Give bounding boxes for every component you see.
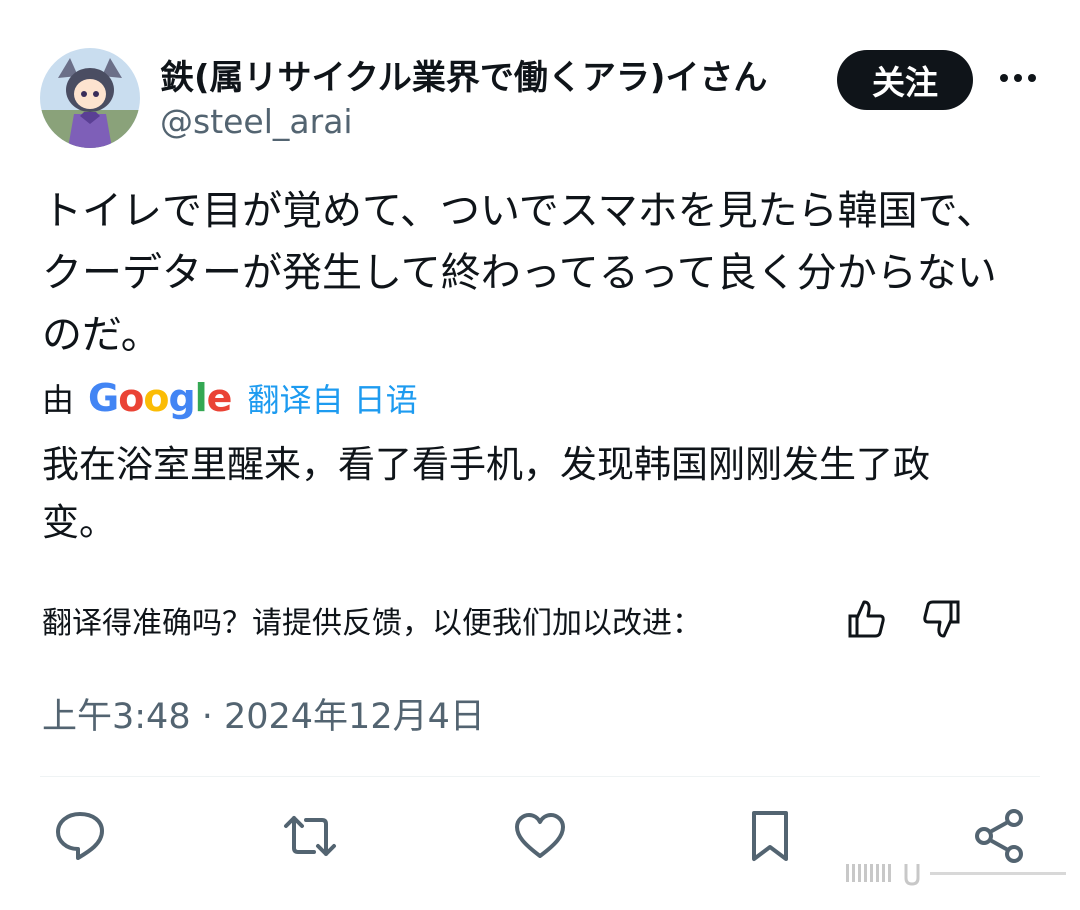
share-icon	[975, 809, 1023, 863]
tweet-line: クーデターが発生して終わってるって良く分からない	[42, 250, 997, 296]
avatar[interactable]	[40, 48, 140, 148]
translated-line: 变。	[42, 501, 116, 544]
follow-button[interactable]: 关注	[837, 50, 973, 110]
more-button[interactable]	[998, 60, 1038, 96]
translation-by-label: 由	[42, 381, 75, 419]
more-icon	[1000, 74, 1036, 82]
translated-text: 我在浴室里醒来，看了看手机，发现韩国刚刚发生了政 变。	[42, 436, 1042, 552]
author-name[interactable]: 鉄(属リサイクル業界で働くアラ)イさん	[160, 50, 815, 99]
watermark	[846, 858, 1066, 888]
google-logo: Google	[88, 376, 232, 420]
anime-avatar-icon	[40, 48, 140, 148]
reply-icon	[56, 812, 104, 860]
tweet-line: のだ。	[42, 312, 161, 358]
like-icon	[515, 813, 565, 858]
thumbs-up-button[interactable]	[846, 598, 888, 640]
reply-button[interactable]	[52, 808, 108, 864]
tweet-text: トイレで目が覚めて、ついでスマホを見たら韓国で、 クーデターが発生して終わってる…	[42, 180, 1042, 366]
thumbs-down-button[interactable]	[920, 598, 962, 640]
tweet-line: トイレで目が覚めて、ついでスマホを見たら韓国で、	[42, 188, 996, 234]
thumbs-down-icon	[923, 600, 960, 638]
translation-feedback-prompt: 翻译得准确吗？请提供反馈，以便我们加以改进：	[42, 606, 702, 641]
divider	[40, 776, 1040, 777]
retweet-button[interactable]	[282, 808, 338, 864]
retweet-icon	[284, 816, 336, 856]
tweet-timestamp[interactable]: 上午3:48 · 2024年12月4日	[42, 688, 485, 739]
translated-line: 我在浴室里醒来，看了看手机，发现韩国刚刚发生了政	[42, 443, 930, 486]
like-button[interactable]	[512, 808, 568, 864]
thumbs-up-icon	[848, 600, 885, 638]
bookmark-icon	[752, 811, 788, 861]
bookmark-button[interactable]	[742, 808, 798, 864]
translation-attribution: 由 Google 翻译自 日语	[42, 376, 418, 420]
author-handle[interactable]: @steel_arai	[160, 102, 353, 141]
translated-from-link[interactable]: 翻译自 日语	[247, 375, 417, 421]
share-button[interactable]	[972, 808, 1028, 864]
